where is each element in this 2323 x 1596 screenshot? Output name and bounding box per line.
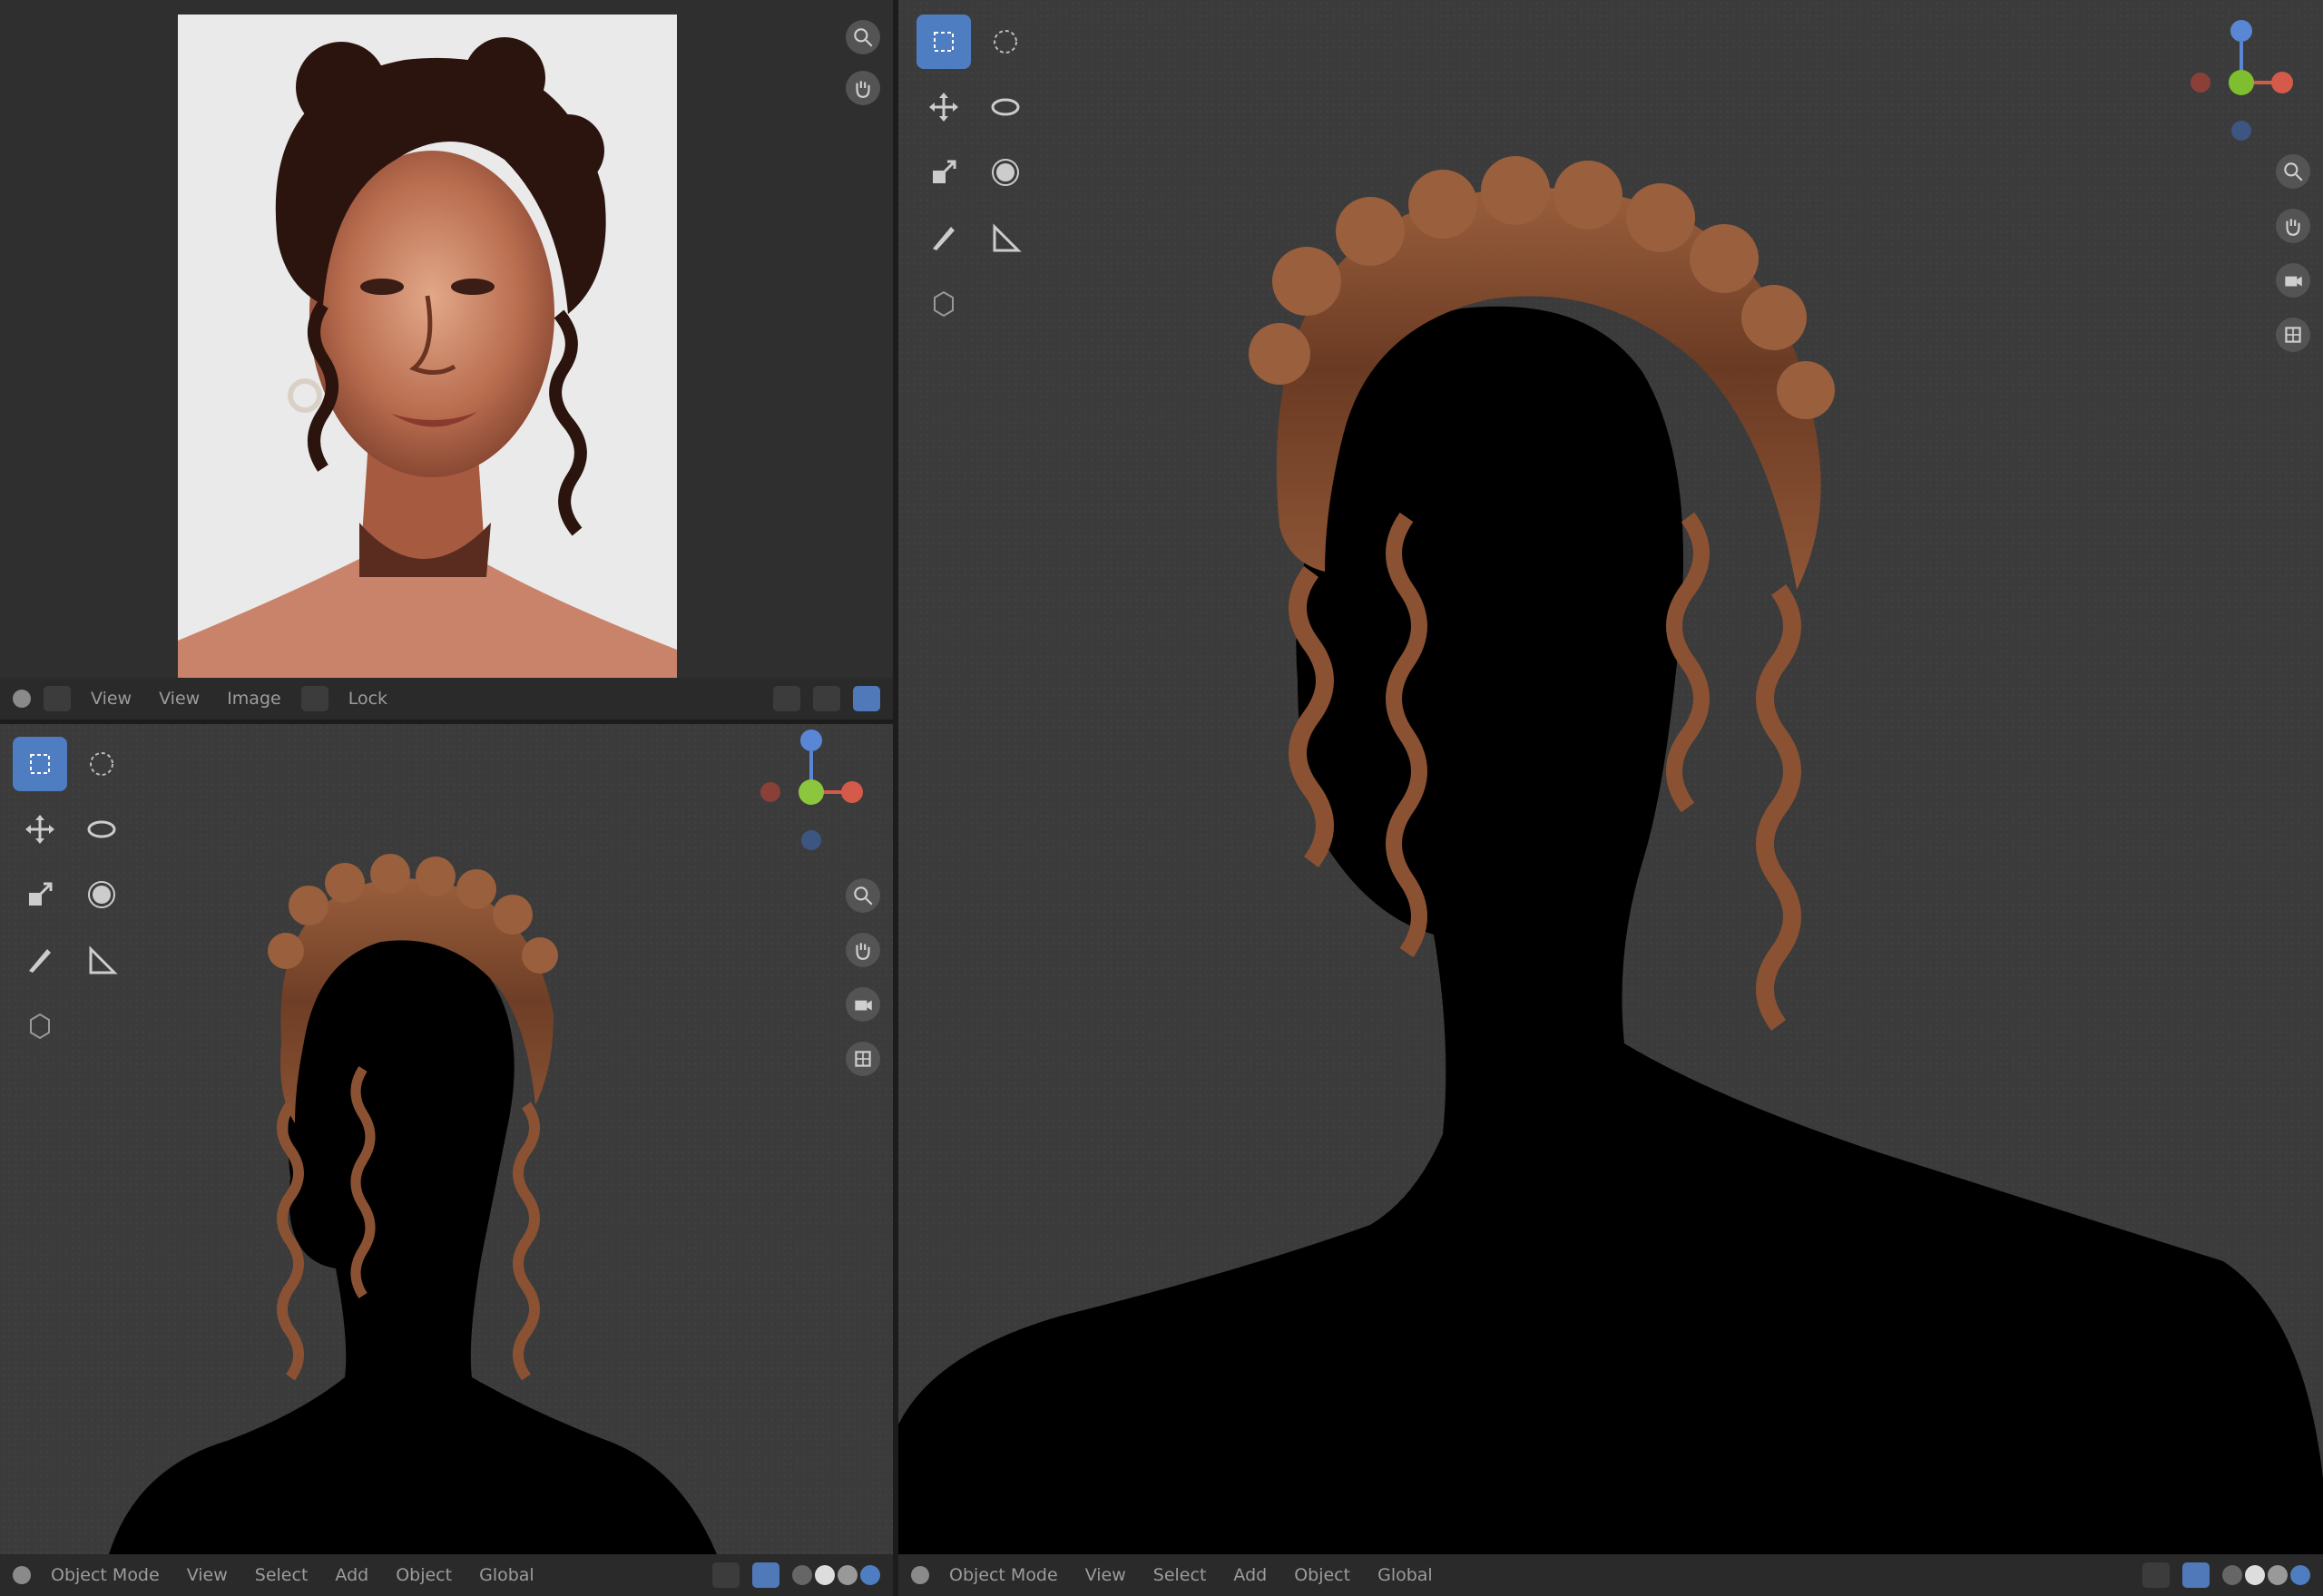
rendered-shading-button[interactable]	[2290, 1565, 2310, 1585]
navigation-gizmo-small[interactable]	[730, 724, 893, 860]
select-circle-tool[interactable]	[74, 737, 129, 791]
view-menu[interactable]: View	[152, 685, 207, 712]
viewport-small-area[interactable]: Object Mode View Select Add Object Globa…	[0, 724, 893, 1596]
add-cube-tool[interactable]	[13, 998, 67, 1053]
rendered-shading-button[interactable]	[860, 1565, 880, 1585]
view-menu[interactable]: View	[1078, 1562, 1133, 1589]
solid-shading-button[interactable]	[815, 1565, 835, 1585]
move-tool[interactable]	[916, 80, 971, 134]
shading-modes	[792, 1565, 880, 1585]
transform-orientation-dropdown[interactable]: Global	[472, 1562, 542, 1589]
scale-tool[interactable]	[13, 867, 67, 922]
object-menu[interactable]: Object	[1287, 1562, 1358, 1589]
select-box-tool[interactable]	[13, 737, 67, 791]
image-nav-icons	[846, 20, 880, 105]
viewport-small-nav-icons	[846, 878, 880, 1076]
viewport-small-header: Object Mode View Select Add Object Globa…	[0, 1554, 893, 1596]
snap-toggle[interactable]	[2142, 1562, 2170, 1588]
viewport-large-header: Object Mode View Select Add Object Globa…	[898, 1554, 2323, 1596]
editor-type-icon[interactable]	[13, 1566, 31, 1584]
editor-type-icon[interactable]	[911, 1566, 929, 1584]
overlays-toggle[interactable]	[2182, 1562, 2210, 1588]
zoom-icon[interactable]	[846, 878, 880, 913]
wireframe-shading-button[interactable]	[792, 1565, 812, 1585]
shading-modes	[2222, 1565, 2310, 1585]
image-menu[interactable]: Image	[220, 685, 289, 712]
image-editor-header: View View Image Lock	[0, 678, 893, 720]
gizmo-toggle-button[interactable]	[813, 686, 840, 711]
head-model-large[interactable]	[898, 136, 2323, 1554]
object-mode-dropdown[interactable]: Object Mode	[942, 1562, 1065, 1589]
grid-icon[interactable]	[846, 1042, 880, 1076]
rotate-tool[interactable]	[978, 80, 1033, 134]
overlay-toggle-button[interactable]	[853, 686, 880, 711]
viewport-large-area[interactable]: Object Mode View Select Add Object Globa…	[898, 0, 2323, 1596]
wireframe-shading-button[interactable]	[2222, 1565, 2242, 1585]
select-box-tool[interactable]	[916, 15, 971, 69]
image-slot-label[interactable]: Lock	[341, 685, 395, 712]
hand-icon[interactable]	[846, 71, 880, 105]
camera-icon[interactable]	[846, 987, 880, 1022]
material-shading-button[interactable]	[2268, 1565, 2288, 1585]
reference-portrait-image	[178, 15, 677, 679]
select-circle-tool[interactable]	[978, 15, 1033, 69]
add-menu[interactable]: Add	[1226, 1562, 1274, 1589]
add-menu[interactable]: Add	[328, 1562, 376, 1589]
transform-orientation-dropdown[interactable]: Global	[1370, 1562, 1440, 1589]
object-mode-dropdown[interactable]: Object Mode	[44, 1562, 167, 1589]
head-model-small[interactable]	[100, 833, 735, 1554]
select-menu[interactable]: Select	[1146, 1562, 1214, 1589]
annotate-tool[interactable]	[13, 933, 67, 987]
move-tool[interactable]	[13, 802, 67, 857]
material-shading-button[interactable]	[838, 1565, 858, 1585]
navigation-gizmo-large[interactable]	[2160, 15, 2323, 151]
image-mode-button[interactable]	[44, 686, 71, 711]
snap-toggle[interactable]	[712, 1562, 740, 1588]
view-menu[interactable]: View	[180, 1562, 235, 1589]
select-menu[interactable]: Select	[248, 1562, 316, 1589]
hand-icon[interactable]	[846, 933, 880, 967]
editor-type-icon[interactable]	[13, 690, 31, 708]
overlays-toggle[interactable]	[752, 1562, 779, 1588]
display-channels-button[interactable]	[773, 686, 800, 711]
solid-shading-button[interactable]	[2245, 1565, 2265, 1585]
object-menu[interactable]: Object	[388, 1562, 459, 1589]
image-editor-area[interactable]: View View Image Lock	[0, 0, 893, 720]
zoom-icon[interactable]	[846, 20, 880, 54]
image-mode-label[interactable]: View	[83, 685, 139, 712]
image-browse-button[interactable]	[300, 686, 328, 711]
